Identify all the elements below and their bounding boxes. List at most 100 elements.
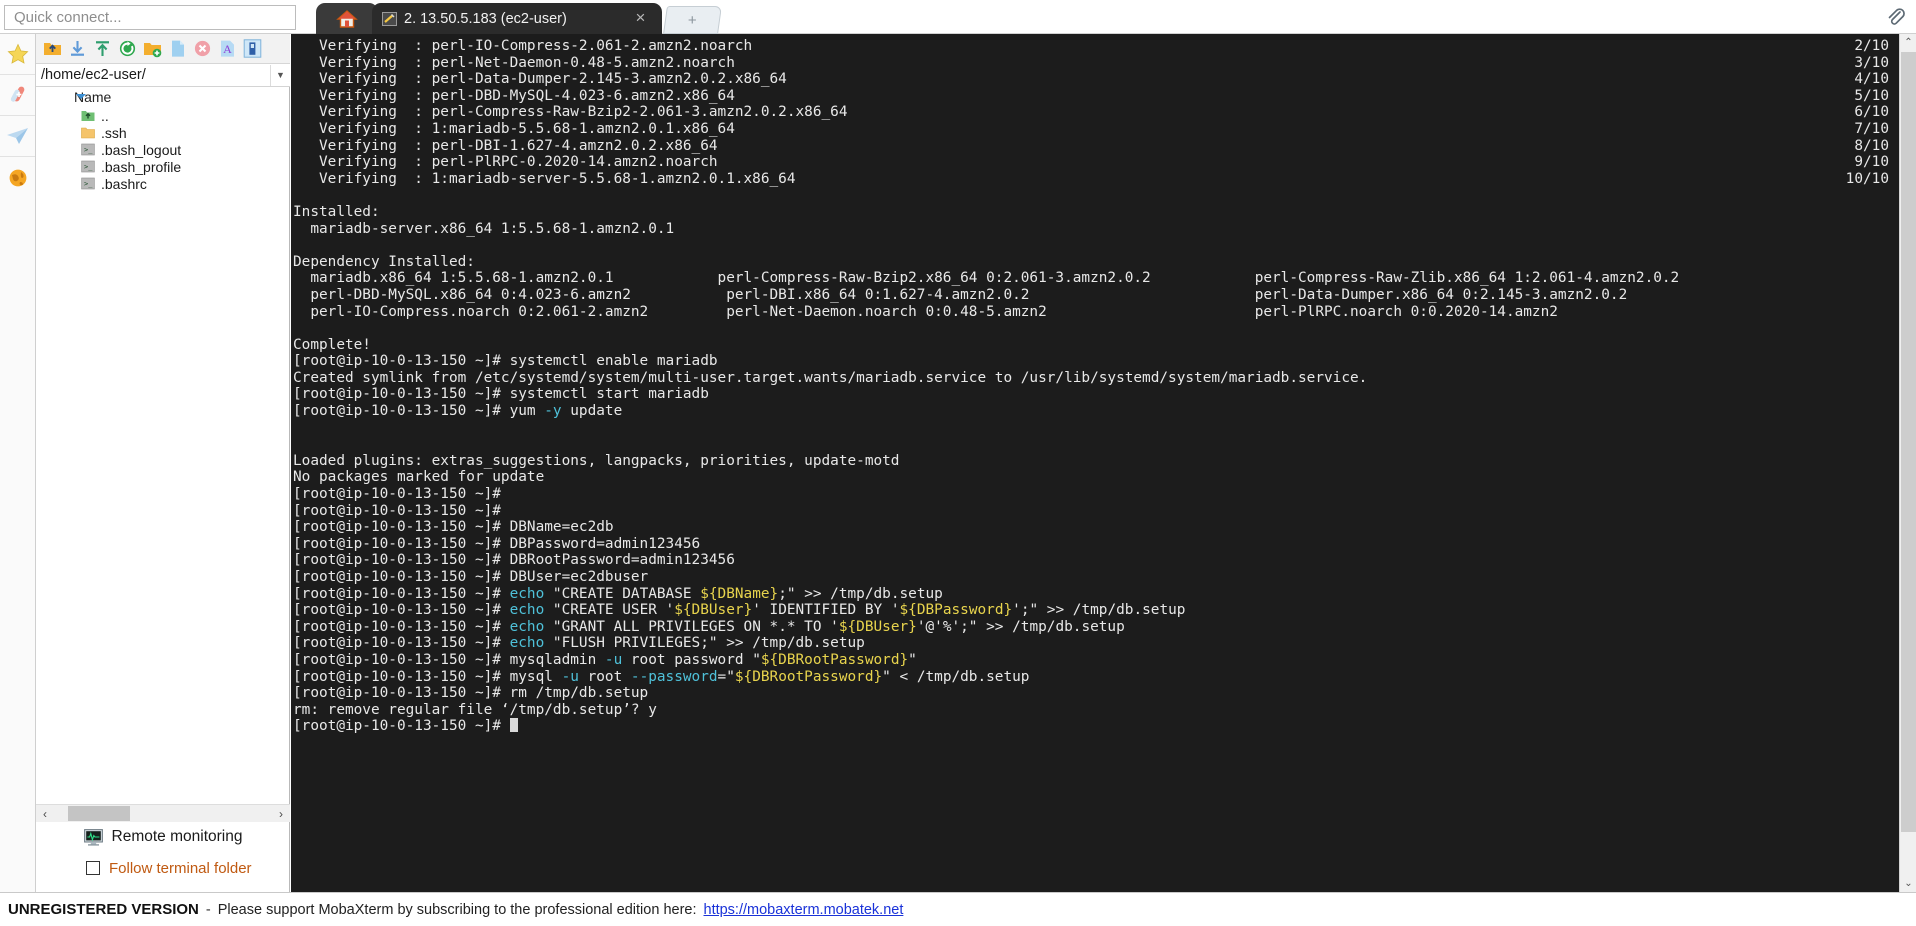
- tab-close-button[interactable]: ×: [633, 9, 648, 26]
- terminal-line: [root@ip-10-0-13-150 ~]# yum -y update: [293, 403, 623, 420]
- paperclip-icon[interactable]: [1884, 6, 1906, 28]
- terminal-line: mariadb.x86_64 1:5.5.68-1.amzn2.0.1 perl…: [293, 270, 1680, 287]
- scroll-thumb-vertical[interactable]: [1901, 52, 1916, 832]
- rail-item-tools[interactable]: [0, 75, 35, 116]
- new-folder-icon[interactable]: [143, 39, 162, 58]
- script-file-icon: >_: [81, 160, 95, 173]
- scroll-down-button[interactable]: ⌄: [1900, 875, 1916, 892]
- sftp-toolbar: A: [36, 34, 290, 64]
- file-list-item[interactable]: .ssh: [36, 124, 290, 141]
- progress-counter: 2/10: [1854, 38, 1889, 54]
- new-file-icon[interactable]: [168, 39, 187, 58]
- tab-terminal-session[interactable]: 2. 13.50.5.183 (ec2-user) ×: [372, 3, 662, 34]
- terminal-line: perl-DBD-MySQL.x86_64 0:4.023-6.amzn2 pe…: [293, 286, 1628, 303]
- rail-item-sessions[interactable]: [0, 116, 35, 157]
- terminal-line: Verifying : perl-IO-Compress-2.061-2.amz…: [293, 38, 1889, 54]
- file-list-item[interactable]: >_ .bashrc: [36, 175, 290, 192]
- terminal-line: [root@ip-10-0-13-150 ~]# mysql -u root -…: [293, 668, 1030, 685]
- home-icon: [336, 9, 358, 28]
- new-tab-button[interactable]: +: [663, 6, 722, 34]
- terminal-line: Verifying : perl-Compress-Raw-Bzip2-2.06…: [293, 104, 1889, 121]
- terminal-session-icon: [382, 11, 397, 26]
- terminal-line: [root@ip-10-0-13-150 ~]#: [293, 502, 510, 519]
- terminal-line: mariadb-server.x86_64 1:5.5.68-1.amzn2.0…: [293, 220, 675, 237]
- svg-text:A: A: [223, 42, 232, 56]
- download-icon[interactable]: [68, 39, 87, 58]
- tab-strip: 2. 13.50.5.183 (ec2-user) × +: [300, 0, 1856, 34]
- sidebar-horizontal-scrollbar[interactable]: ‹ ›: [36, 804, 290, 822]
- panel-icon[interactable]: [243, 39, 262, 58]
- sftp-path-bar[interactable]: /home/ec2-user/ ▼: [36, 64, 290, 87]
- terminal-line: Verifying : perl-Data-Dumper-2.145-3.amz…: [293, 71, 1889, 88]
- progress-counter: 6/10: [1854, 104, 1889, 121]
- progress-counter: 8/10: [1854, 137, 1889, 154]
- terminal-line: [root@ip-10-0-13-150 ~]# echo "GRANT ALL…: [293, 618, 1125, 635]
- terminal-line: Verifying : perl-PlRPC-0.2020-14.amzn2.n…: [293, 154, 1889, 171]
- file-list-header[interactable]: Name: [36, 87, 290, 107]
- scroll-track[interactable]: [54, 805, 272, 822]
- scroll-left-button[interactable]: ‹: [36, 807, 54, 821]
- rail-item-bookmarks[interactable]: [0, 34, 35, 75]
- terminal-line: No packages marked for update: [293, 469, 545, 486]
- scroll-right-button[interactable]: ›: [272, 807, 290, 821]
- rail-item-globe[interactable]: [0, 157, 35, 198]
- scroll-up-button[interactable]: ⌃: [1900, 34, 1916, 51]
- file-name: .ssh: [101, 124, 127, 141]
- terminal-line: [root@ip-10-0-13-150 ~]#: [293, 718, 1899, 735]
- terminal-line: [root@ip-10-0-13-150 ~]# systemctl enabl…: [293, 353, 718, 370]
- file-list-item[interactable]: >_ .bash_logout: [36, 141, 290, 158]
- text-editor-icon[interactable]: A: [218, 39, 237, 58]
- follow-terminal-folder-row[interactable]: Follow terminal folder: [36, 856, 290, 880]
- upload-icon[interactable]: [93, 39, 112, 58]
- status-bar: UNREGISTERED VERSION - Please support Mo…: [0, 892, 1916, 926]
- file-list-item[interactable]: >_ .bash_profile: [36, 158, 290, 175]
- follow-terminal-folder-label: Follow terminal folder: [109, 859, 252, 877]
- swiss-knife-icon: [10, 86, 24, 102]
- terminal-line: [root@ip-10-0-13-150 ~]# systemctl start…: [293, 386, 709, 403]
- follow-terminal-folder-checkbox[interactable]: [86, 861, 100, 875]
- scroll-thumb[interactable]: [68, 806, 130, 821]
- progress-counter: 4/10: [1854, 71, 1889, 88]
- terminal-line: [root@ip-10-0-13-150 ~]# echo "CREATE US…: [293, 602, 1186, 619]
- file-name: ..: [101, 107, 109, 124]
- mobaxterm-link[interactable]: https://mobaxterm.mobatek.net: [704, 902, 904, 918]
- tab-label: 2. 13.50.5.183 (ec2-user): [404, 10, 567, 27]
- terminal-line: Complete!: [293, 336, 371, 353]
- status-message: Please support MobaXterm by subscribing …: [217, 901, 697, 918]
- delete-icon[interactable]: [193, 39, 212, 58]
- up-folder-icon[interactable]: [43, 39, 62, 58]
- home-tab[interactable]: [316, 3, 378, 34]
- folder-icon: [81, 126, 95, 139]
- terminal-panel[interactable]: Verifying : perl-IO-Compress-2.061-2.amz…: [291, 34, 1899, 892]
- progress-counter: 5/10: [1854, 87, 1889, 104]
- file-name: .bashrc: [101, 175, 147, 192]
- parent-dir-icon: [81, 109, 95, 122]
- progress-counter: 3/10: [1854, 54, 1889, 71]
- quick-connect-input[interactable]: Quick connect...: [4, 5, 296, 30]
- sftp-path-value: /home/ec2-user/: [41, 67, 146, 83]
- terminal-line: [root@ip-10-0-13-150 ~]# mysqladmin -u r…: [293, 651, 917, 668]
- remote-monitoring-button[interactable]: Remote monitoring: [36, 824, 290, 850]
- sort-descending-icon: [76, 94, 86, 99]
- mobaxterm-window: Quick connect... 2. 13.50.5.183 (ec2-use…: [0, 0, 1916, 926]
- terminal-vertical-scrollbar[interactable]: ⌃ ⌄: [1899, 34, 1916, 892]
- refresh-icon[interactable]: [118, 39, 137, 58]
- chevron-down-icon[interactable]: ▼: [270, 64, 290, 86]
- remote-monitoring-label: Remote monitoring: [111, 828, 243, 845]
- terminal-cursor: [509, 718, 518, 733]
- file-list-item[interactable]: ..: [36, 107, 290, 124]
- terminal-output: Verifying : perl-IO-Compress-2.061-2.amz…: [291, 34, 1899, 892]
- progress-counter: 7/10: [1854, 120, 1889, 137]
- paper-plane-icon: [6, 128, 28, 144]
- progress-counter: 9/10: [1854, 154, 1889, 171]
- terminal-line: Created symlink from /etc/systemd/system…: [293, 369, 1368, 386]
- sftp-sidebar: A /home/ec2-user/ ▼ Name .. .ssh >_ .bash_l…: [36, 34, 290, 892]
- terminal-line: Loaded plugins: extras_suggestions, lang…: [293, 452, 900, 469]
- terminal-line: Dependency Installed:: [293, 253, 475, 270]
- terminal-line: Verifying : 1:mariadb-5.5.68-1.amzn2.0.1…: [293, 120, 1889, 137]
- terminal-line: Verifying : perl-Net-Daemon-0.48-5.amzn2…: [293, 54, 1889, 71]
